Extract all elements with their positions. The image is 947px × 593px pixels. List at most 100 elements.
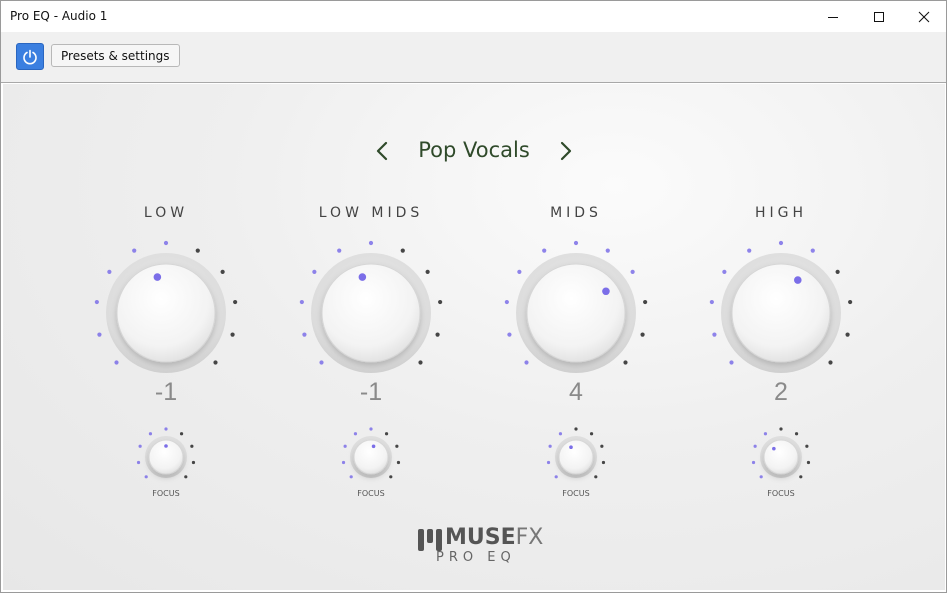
focus-knob-mids-scale-dot bbox=[558, 432, 563, 436]
gain-knob-mids-scale-dot bbox=[507, 332, 512, 337]
gain-knob-low-scale-dot bbox=[213, 360, 218, 365]
toolbar: Presets & settings bbox=[1, 32, 946, 83]
gain-knob-low-mids-knob[interactable] bbox=[321, 263, 421, 363]
band-value-mids: 4 bbox=[569, 378, 583, 406]
focus-knob-low-mids-scale-dot bbox=[353, 432, 358, 436]
app-window: Pro EQ - Audio 1 Presets & settings Pop … bbox=[0, 0, 947, 593]
focus-knob-mids-knob[interactable] bbox=[558, 439, 594, 475]
gain-knob-high-scale-dot bbox=[828, 360, 833, 365]
gain-knob-mids-scale-dot bbox=[623, 360, 628, 365]
gain-knob-high-scale-dot bbox=[845, 332, 850, 337]
focus-knob-high-scale-dot bbox=[753, 444, 757, 448]
gain-knob-low-indicator bbox=[153, 273, 162, 281]
gain-knob-low-scale-dot bbox=[220, 269, 225, 274]
musefx-logo: MUSEFX PRO EQ bbox=[415, 524, 545, 565]
focus-knob-low-mids-scale-dot bbox=[369, 427, 373, 431]
gain-knob-mids-knob[interactable] bbox=[526, 263, 626, 363]
gain-knob-low-scale-dot bbox=[233, 299, 238, 305]
focus-label-high: FOCUS bbox=[767, 489, 795, 498]
gain-knob-mids-scale-dot bbox=[542, 248, 547, 253]
focus-knob-low-scale-dot bbox=[190, 444, 194, 448]
focus-knob-low-scale-dot bbox=[136, 460, 141, 465]
gain-knob-high-indicator bbox=[793, 276, 802, 284]
focus-knob-low-scale-dot bbox=[184, 475, 188, 479]
focus-knob-high-scale-dot bbox=[806, 460, 811, 465]
focus-knob-low-scale-dot bbox=[144, 475, 148, 479]
band-value-low-mids: -1 bbox=[359, 378, 383, 406]
gain-knob-mids-scale-dot bbox=[643, 299, 648, 305]
gain-knob-low-scale-dot bbox=[195, 248, 200, 253]
focus-knob-low-mids-scale-dot bbox=[341, 460, 346, 465]
gain-knob-high-scale-dot bbox=[848, 299, 853, 305]
power-icon bbox=[23, 49, 37, 64]
maximize-icon bbox=[874, 11, 884, 22]
power-button[interactable] bbox=[16, 43, 44, 70]
focus-knob-mids-scale-dot bbox=[601, 460, 606, 465]
close-button[interactable] bbox=[901, 1, 946, 32]
focus-knob-mids-scale-dot bbox=[548, 444, 552, 448]
focus-knob-high-scale-dot bbox=[805, 444, 809, 448]
gain-knob-low-scale-dot bbox=[114, 360, 119, 365]
focus-knob-high-scale-dot bbox=[759, 475, 763, 479]
focus-knob-low-mids-scale-dot bbox=[389, 475, 393, 479]
band-value-low: -1 bbox=[154, 378, 178, 406]
focus-knob-low-mids-knob[interactable] bbox=[353, 439, 389, 475]
focus-knob-high-scale-dot bbox=[779, 427, 783, 431]
gain-knob-mids-scale-dot bbox=[524, 360, 529, 365]
focus-knob-low-mids-scale-dot bbox=[349, 475, 353, 479]
gain-knob-low-mids-scale-dot bbox=[319, 360, 324, 365]
gain-knob-low-mids-scale-dot bbox=[418, 360, 423, 365]
focus-knob-high-indicator bbox=[772, 446, 776, 451]
focus-label-low-mids: FOCUS bbox=[357, 489, 385, 498]
focus-knob-high-scale-dot bbox=[794, 432, 799, 436]
gain-knob-high-scale-dot bbox=[810, 248, 815, 253]
gain-knob-mids-scale-dot bbox=[605, 248, 610, 253]
focus-knob-mids-scale-dot bbox=[600, 444, 604, 448]
gain-knob-low-knob[interactable] bbox=[116, 263, 216, 363]
focus-knob-low-mids-scale-dot bbox=[396, 460, 401, 465]
gain-knob-low-mids-indicator bbox=[358, 273, 367, 281]
focus-knob-mids-scale-dot bbox=[554, 475, 558, 479]
focus-knob-low-scale-dot bbox=[164, 427, 168, 431]
focus-knob-low-mids-scale-dot bbox=[395, 444, 399, 448]
gain-knob-high-scale-dot bbox=[778, 240, 784, 246]
gain-knob-low-mids-scale-dot bbox=[302, 332, 307, 337]
gain-knob-low-mids-scale-dot bbox=[299, 299, 304, 305]
focus-knob-mids-scale-dot bbox=[546, 460, 551, 465]
focus-knob-low-scale-dot bbox=[191, 460, 196, 465]
gain-knob-low-mids-scale-dot bbox=[400, 248, 405, 253]
focus-knob-high-scale-dot bbox=[763, 432, 768, 436]
close-icon bbox=[918, 11, 930, 22]
focus-knob-high-scale-dot bbox=[799, 475, 803, 479]
focus-label-low: FOCUS bbox=[152, 489, 180, 498]
focus-knob-low-mids-scale-dot bbox=[343, 444, 347, 448]
gain-knob-high-scale-dot bbox=[835, 269, 840, 274]
knobs-layer bbox=[94, 240, 853, 479]
maximize-button[interactable] bbox=[856, 1, 902, 32]
presets-settings-button[interactable]: Presets & settings bbox=[51, 44, 180, 67]
focus-knob-mids-indicator bbox=[569, 445, 573, 449]
logo-brand: MUSEFX bbox=[445, 525, 544, 550]
gain-knob-high-scale-dot bbox=[747, 248, 752, 253]
focus-knob-mids-scale-dot bbox=[574, 427, 578, 431]
gain-knob-high-scale-dot bbox=[722, 269, 727, 274]
band-value-high: 2 bbox=[774, 378, 788, 406]
gain-knob-mids-scale-dot bbox=[504, 299, 509, 305]
gain-knob-low-scale-dot bbox=[163, 240, 169, 246]
title-bar[interactable]: Pro EQ - Audio 1 bbox=[1, 1, 946, 32]
focus-knob-high-knob[interactable] bbox=[763, 439, 799, 475]
focus-knob-low-scale-dot bbox=[138, 444, 142, 448]
minimize-button[interactable] bbox=[810, 1, 856, 32]
focus-knob-low-mids-indicator bbox=[371, 444, 376, 449]
gain-knob-mids-indicator bbox=[602, 287, 610, 296]
gain-knob-high-knob[interactable] bbox=[731, 263, 831, 363]
gain-knob-low-mids-scale-dot bbox=[425, 269, 430, 274]
gain-knob-mids-scale-dot bbox=[630, 269, 635, 274]
gain-knob-low-scale-dot bbox=[107, 269, 112, 274]
focus-knob-low-scale-dot bbox=[179, 432, 184, 436]
gain-knob-low-mids-scale-dot bbox=[368, 240, 374, 246]
gain-knob-low-scale-dot bbox=[97, 332, 102, 337]
gain-knob-mids-scale-dot bbox=[640, 332, 645, 337]
window-title: Pro EQ - Audio 1 bbox=[10, 9, 108, 23]
gain-knob-low-mids-scale-dot bbox=[438, 299, 443, 305]
